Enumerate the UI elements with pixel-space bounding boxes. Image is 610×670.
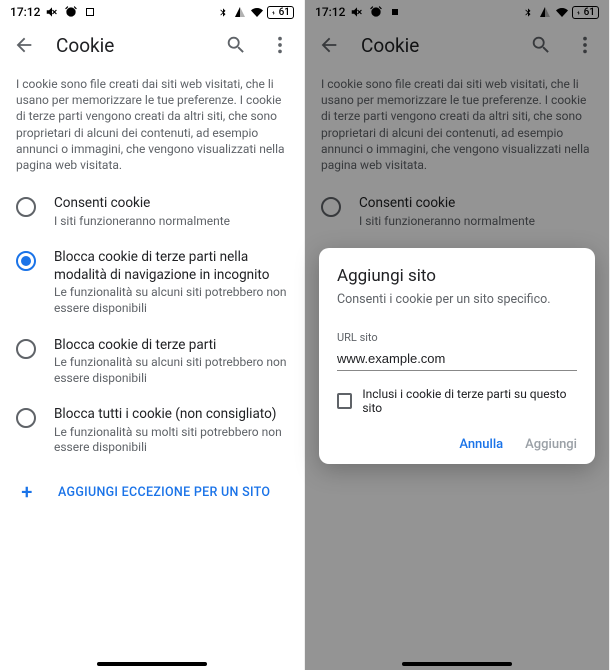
radio-icon[interactable]	[16, 408, 36, 428]
alarm-icon	[369, 5, 383, 19]
bluetooth-icon	[521, 5, 535, 19]
cancel-button[interactable]: Annulla	[459, 437, 503, 452]
option-block-all[interactable]: Blocca tutti i cookie (non consigliato) …	[0, 396, 304, 466]
option-sub: Le funzionalità su alcuni siti potrebber…	[54, 355, 288, 386]
option-title: Blocca cookie di terze parti nella modal…	[54, 249, 288, 284]
search-icon[interactable]	[224, 33, 248, 57]
add-button[interactable]: Aggiungi	[525, 437, 577, 452]
statusbar: 17:12 61	[305, 0, 609, 22]
radio-icon[interactable]	[16, 197, 36, 217]
signal-icon	[233, 5, 247, 19]
appbar: Cookie	[0, 22, 304, 70]
settings-screen-left: 17:12 61 Cookie I cookie sono file creat…	[0, 0, 305, 670]
add-exception-button[interactable]: + AGGIUNGI ECCEZIONE PER UN SITO	[0, 466, 304, 518]
option-block-incognito[interactable]: Blocca cookie di terze parti nella modal…	[0, 239, 304, 326]
option-title: Consenti cookie	[54, 195, 230, 213]
back-icon[interactable]	[12, 33, 36, 57]
sync-icon	[388, 5, 402, 19]
back-icon[interactable]	[317, 33, 341, 57]
page-title: Cookie	[56, 34, 204, 57]
option-allow[interactable]: Consenti cookie I siti funzioneranno nor…	[305, 185, 609, 239]
modal-title: Aggiungi sito	[337, 266, 577, 286]
url-label: URL sito	[337, 331, 577, 344]
option-block-thirdparty[interactable]: Blocca cookie di terze parti Le funziona…	[0, 327, 304, 397]
option-sub: I siti funzioneranno normalmente	[54, 214, 230, 230]
add-exception-label: AGGIUNGI ECCEZIONE PER UN SITO	[58, 485, 270, 500]
checkbox-label: Inclusi i cookie di terze parti su quest…	[362, 387, 577, 415]
signal-icon	[538, 5, 552, 19]
add-site-modal: Aggiungi sito Consenti i cookie per un s…	[319, 248, 595, 464]
battery-indicator: 61	[267, 6, 294, 19]
wifi-icon	[250, 5, 264, 19]
more-icon[interactable]	[573, 33, 597, 57]
status-time: 17:12	[315, 5, 345, 19]
nav-handle[interactable]	[97, 662, 207, 666]
radio-icon[interactable]	[321, 197, 341, 217]
page-title: Cookie	[361, 34, 509, 57]
appbar: Cookie	[305, 22, 609, 70]
more-icon[interactable]	[268, 33, 292, 57]
modal-desc: Consenti i cookie per un sito specifico.	[337, 292, 577, 307]
option-sub: Le funzionalità su alcuni siti potrebber…	[54, 285, 288, 316]
sync-icon	[83, 5, 97, 19]
cookie-description: I cookie sono file creati dai siti web v…	[0, 70, 304, 185]
option-sub: Le funzionalità su molti siti potrebbero…	[54, 425, 288, 456]
url-field[interactable]	[337, 349, 577, 371]
plus-icon: +	[18, 482, 36, 502]
option-allow[interactable]: Consenti cookie I siti funzioneranno nor…	[0, 185, 304, 239]
option-title: Consenti cookie	[359, 195, 535, 213]
option-title: Blocca cookie di terze parti	[54, 337, 288, 355]
settings-screen-right: 17:12 61 Cookie I cookie sono file creat…	[305, 0, 610, 670]
mute-icon	[45, 5, 59, 19]
option-sub: I siti funzioneranno normalmente	[359, 214, 535, 230]
status-time: 17:12	[10, 5, 40, 19]
mute-icon	[350, 5, 364, 19]
bluetooth-icon	[216, 5, 230, 19]
thirdparty-checkbox[interactable]	[337, 393, 352, 409]
wifi-icon	[555, 5, 569, 19]
radio-icon[interactable]	[16, 251, 36, 271]
statusbar: 17:12 61	[0, 0, 304, 22]
radio-icon[interactable]	[16, 339, 36, 359]
battery-indicator: 61	[572, 6, 599, 19]
nav-handle[interactable]	[402, 662, 512, 666]
cookie-description: I cookie sono file creati dai siti web v…	[305, 70, 609, 185]
option-title: Blocca tutti i cookie (non consigliato)	[54, 406, 288, 424]
search-icon[interactable]	[529, 33, 553, 57]
alarm-icon	[64, 5, 78, 19]
